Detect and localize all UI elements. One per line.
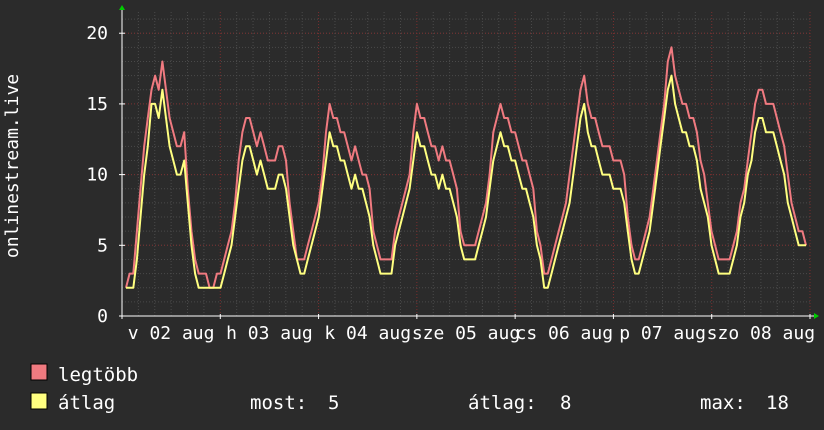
y-tick-label: 20 <box>86 23 108 44</box>
legend: legtöbb átlag most: 5 átlag: 8 max: 18 <box>30 363 789 414</box>
current-label: most: <box>250 392 307 414</box>
x-tick-label: h 03 aug <box>226 323 313 344</box>
series <box>125 46 807 289</box>
x-tick-label: sze 05 aug <box>412 323 520 344</box>
legend-swatch-max <box>30 363 48 381</box>
y-axis-arrow <box>119 5 125 10</box>
chart: 0 5 10 15 20 v 02 aug h 03 aug k 04 aug sze 05 … <box>2 5 819 414</box>
y-tick-label: 0 <box>97 306 108 327</box>
current-value: 5 <box>328 392 339 414</box>
y-axis-label: onlinestream.live <box>2 74 23 258</box>
x-tick-label: v 02 aug <box>128 323 215 344</box>
series-line-max <box>125 46 807 289</box>
y-axis-ticks: 0 5 10 15 20 <box>86 23 108 327</box>
legend-swatch-avg <box>30 392 48 410</box>
x-tick-label: k 04 aug <box>324 323 411 344</box>
average-label: átlag: <box>468 392 537 414</box>
y-tick-label: 10 <box>86 165 108 186</box>
legend-label-avg: átlag <box>58 392 115 414</box>
x-axis-arrow <box>814 313 819 319</box>
maximum-label: max: <box>700 392 746 414</box>
average-value: 8 <box>560 392 571 414</box>
x-tick-label: cs 06 aug <box>516 323 614 344</box>
x-axis-ticks: v 02 aug h 03 aug k 04 aug sze 05 augcs 06 … <box>128 323 815 344</box>
x-tick-label: szo 08 aug <box>707 323 815 344</box>
y-tick-label: 5 <box>97 235 108 256</box>
y-tick-label: 15 <box>86 94 108 115</box>
x-tick-label: p 07 aug <box>619 323 706 344</box>
legend-label-max: legtöbb <box>58 364 138 386</box>
maximum-value: 18 <box>766 392 789 414</box>
